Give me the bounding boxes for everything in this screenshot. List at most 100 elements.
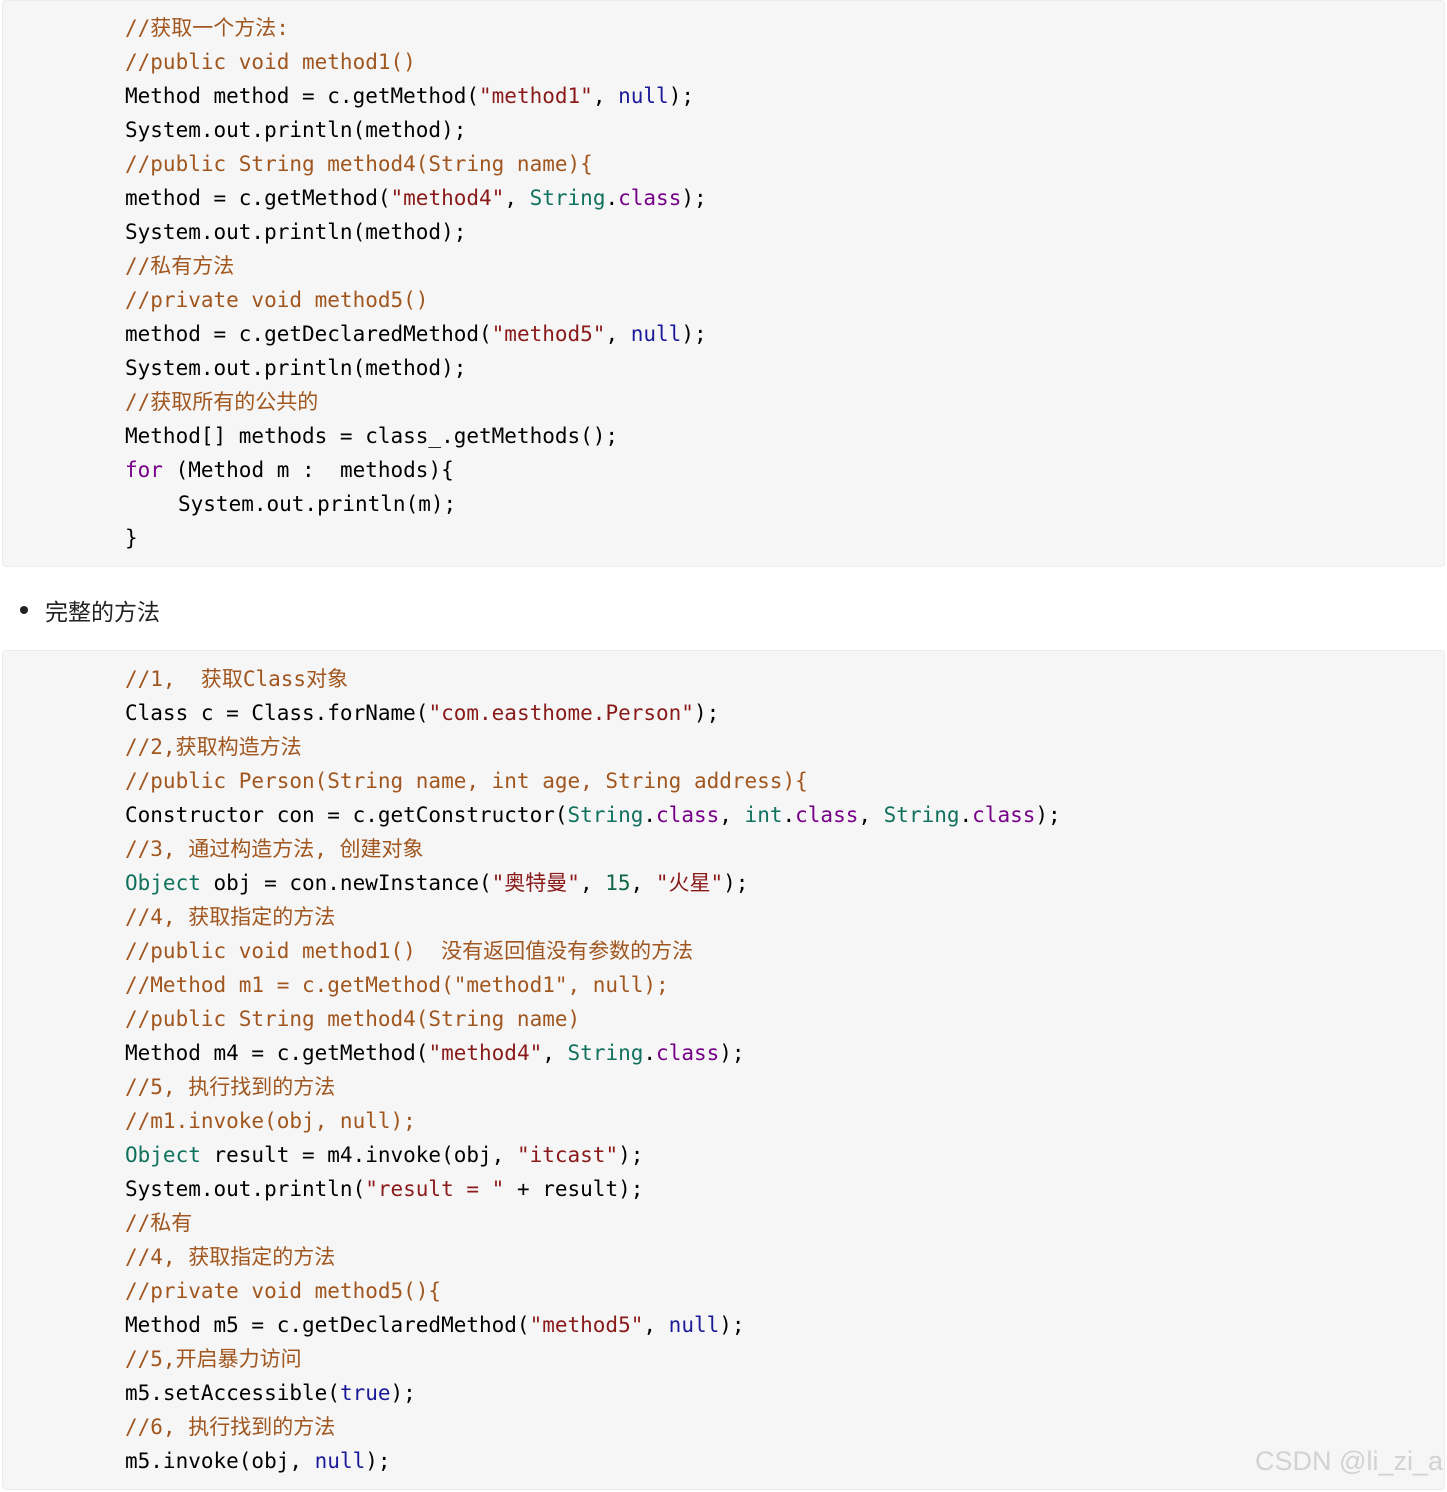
code-token-kw: class: [972, 803, 1036, 827]
code-token: Method[] methods = class_.getMethods();: [125, 424, 619, 448]
code-line: //public Person(String name, int age, St…: [125, 764, 1444, 798]
code-token: ,: [858, 803, 884, 827]
code-token-string: "method5": [491, 322, 606, 346]
code-token-lit: null: [314, 1449, 366, 1473]
code-token-string: "method5": [529, 1313, 644, 1337]
code-line: //5, 执行找到的方法: [125, 1070, 1444, 1104]
code-token: .: [643, 803, 657, 827]
code-line: //m1.invoke(obj, null);: [125, 1104, 1444, 1138]
code-line: System.out.println(method);: [125, 351, 1444, 385]
code-token: System.out.println(method);: [125, 356, 467, 380]
code-token-comment: //私有方法: [125, 254, 235, 278]
code-line: System.out.println(method);: [125, 113, 1444, 147]
code-token-comment: //public String method4(String name): [125, 1007, 581, 1031]
code-token-comment: //Method m1 = c.getMethod("method1", nul…: [125, 973, 669, 997]
code-line: Constructor con = c.getConstructor( Strin…: [125, 798, 1444, 832]
code-token-lit: null: [618, 84, 669, 108]
code-line: Object result = m4.invoke(obj, "itcast")…: [125, 1138, 1444, 1172]
code-line: //private void method5(){: [125, 1274, 1444, 1308]
code-line: //4, 获取指定的方法: [125, 1240, 1444, 1274]
code-token-comment: //私有: [125, 1211, 193, 1235]
code-token: System.out.println(m);: [178, 492, 457, 516]
code-token-comment: //private void method5(){: [125, 1279, 442, 1303]
code-lines: //获取一个方法: //public void method1() Method m…: [125, 11, 1444, 555]
code-line: //Method m1 = c.getMethod("method1", nul…: [125, 968, 1444, 1002]
code-token: ,: [605, 322, 631, 346]
code-token: System.out.println(: [125, 1177, 366, 1201]
code-token-comment: //2,获取构造方法: [125, 735, 302, 759]
code-line: m5.invoke(obj, null);: [125, 1444, 1444, 1478]
code-line: Method m4 = c.getMethod("method4", Strin…: [125, 1036, 1444, 1070]
code-token: );: [681, 322, 707, 346]
code-token: );: [365, 1449, 391, 1473]
code-token: );: [1035, 803, 1061, 827]
code-token: );: [668, 84, 694, 108]
code-token-string: "result = ": [365, 1177, 505, 1201]
code-line: Object obj = con.newInstance("奥特曼", 15, …: [125, 866, 1444, 900]
code-token-lit: null: [630, 322, 682, 346]
code-token: Constructor con = c.getConstructor(: [125, 803, 568, 827]
code-token: );: [719, 1313, 745, 1337]
code-token-string: "method1": [479, 84, 593, 108]
code-token: (Method m : methods){: [162, 458, 454, 482]
bullet-text: 完整的方法: [45, 600, 160, 626]
code-line: Method m5 = c.getDeclaredMethod("method5…: [125, 1308, 1444, 1342]
code-line: method = c.getDeclaredMethod("method5", …: [125, 317, 1444, 351]
watermark: CSDN @li_zi_a: [1255, 1446, 1443, 1476]
code-token: Method m5 = c.getDeclaredMethod(: [125, 1313, 530, 1337]
code-line: System.out.println(method);: [125, 215, 1444, 249]
code-token: m5.invoke(obj,: [125, 1449, 315, 1473]
code-line: //public String method4(String name): [125, 1002, 1444, 1036]
code-line: //获取一个方法:: [125, 11, 1444, 45]
code-token: ,: [592, 84, 619, 108]
code-token-comment: //4, 获取指定的方法: [125, 1245, 336, 1269]
code-line: //获取所有的公共的: [125, 385, 1444, 419]
code-block-get-methods[interactable]: //获取一个方法: //public void method1() Method m…: [2, 0, 1445, 567]
code-line: //private void method5(): [125, 283, 1444, 317]
code-token-comment: //public Person(String name, int age, St…: [125, 769, 808, 793]
code-token: result = m4.invoke(obj,: [200, 1143, 517, 1167]
code-token-comment: //获取一个方法:: [125, 16, 289, 40]
code-token: Method m4 = c.getMethod(: [125, 1041, 429, 1065]
code-token: }: [125, 526, 138, 550]
code-line: //3, 通过构造方法, 创建对象: [125, 832, 1444, 866]
code-line: //6, 执行找到的方法: [125, 1410, 1444, 1444]
code-line: //4, 获取指定的方法: [125, 900, 1444, 934]
code-token: Class c = Class.forName(: [125, 701, 429, 725]
code-token: .: [782, 803, 796, 827]
code-token: .: [643, 1041, 657, 1065]
code-line: System.out.println("result = " + result)…: [125, 1172, 1444, 1206]
code-token-comment: //public String method4(String name){: [125, 152, 593, 176]
code-token: ,: [579, 871, 606, 895]
code-token-string: "火星": [655, 871, 724, 895]
code-line: }: [125, 521, 1444, 555]
code-line: m5.setAccessible(true);: [125, 1376, 1444, 1410]
code-token-comment: //private void method5(): [125, 288, 429, 312]
code-line: method = c.getMethod("method4", String.c…: [125, 181, 1444, 215]
code-token: );: [681, 186, 707, 210]
code-line: //public String method4(String name){: [125, 147, 1444, 181]
code-line: Method method = c.getMethod("method1", n…: [125, 79, 1444, 113]
code-token: System.out.println(method);: [125, 220, 467, 244]
code-token: );: [390, 1381, 416, 1405]
code-line: Class c = Class.forName("com.easthome.Pe…: [125, 696, 1444, 730]
code-block-complete-method[interactable]: //1, 获取Class对象 Class c = Class.forName("c…: [2, 650, 1445, 1490]
code-token-kw: class: [656, 803, 720, 827]
code-token-comment: //public void method1(): [125, 50, 416, 74]
code-token: Method method = c.getMethod(: [125, 84, 480, 108]
code-token-kw: class: [795, 803, 859, 827]
code-token-comment: //3, 通过构造方法, 创建对象: [125, 837, 424, 861]
code-token-type: String: [529, 186, 606, 210]
code-line: //public void method1() 没有返回值没有参数的方法: [125, 934, 1444, 968]
code-line: Method[] methods = class_.getMethods();: [125, 419, 1444, 453]
code-token-type: String: [883, 803, 960, 827]
code-line: //私有方法: [125, 249, 1444, 283]
bullet-item: 完整的方法: [20, 590, 160, 630]
code-token: );: [693, 701, 720, 725]
code-token: ,: [643, 1313, 669, 1337]
code-token-string: "itcast": [516, 1143, 619, 1167]
code-token: );: [719, 1041, 745, 1065]
code-token-comment: //public void method1() 没有返回值没有参数的方法: [125, 939, 694, 963]
code-token-comment: //m1.invoke(obj, null);: [125, 1109, 416, 1133]
code-token-lit: true: [339, 1381, 391, 1405]
